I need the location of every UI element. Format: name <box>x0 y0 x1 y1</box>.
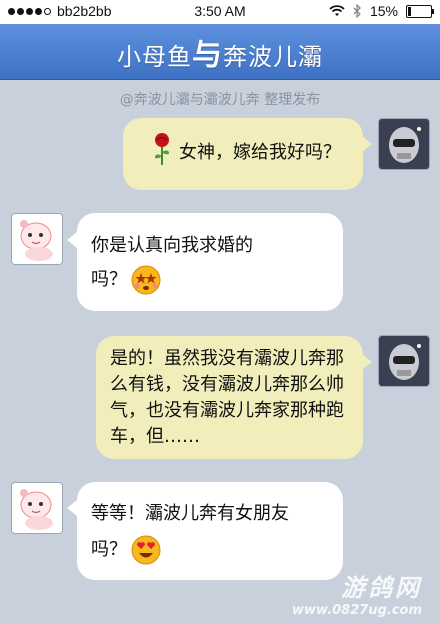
watermark-title: 游鸽网 <box>341 574 422 602</box>
bluetooth-icon <box>353 4 361 18</box>
chat-title: 小母鱼与奔波儿灞 <box>117 30 323 74</box>
status-icons: 15% <box>329 3 434 19</box>
wifi-icon <box>329 5 345 16</box>
credit-text: @奔波儿灞与灞波儿奔 整理发布 <box>119 92 321 108</box>
robot-avatar-icon <box>379 336 429 386</box>
title-connector: 与 <box>192 37 223 73</box>
battery-percent: 15% <box>369 3 398 19</box>
message-text: 你是认真向我求婚的 <box>91 235 253 256</box>
bubble-tail <box>362 136 372 152</box>
bubble-tail <box>67 232 77 248</box>
message-text: 吗？ <box>91 539 127 560</box>
message-bubble-received[interactable]: 等等！灞波儿奔有女朋友 吗？ <box>77 482 343 580</box>
title-name-2: 奔波儿灞 <box>223 42 323 71</box>
bubble-tail <box>67 500 77 516</box>
message-text: 是的！虽然我没有灞波儿奔那么有钱，没有灞波儿奔那么帅气，也没有灞波儿奔家那种跑车… <box>110 348 344 447</box>
heart-eyes-emoji-icon <box>131 535 161 565</box>
watermark-url: www.0827ug.com <box>292 603 422 618</box>
bubble-tail <box>362 354 372 370</box>
status-bar: bb2b2bb 3:50 AM 15% <box>0 0 440 24</box>
chat-header: 小母鱼与奔波儿灞 <box>0 24 440 80</box>
avatar[interactable] <box>11 213 63 265</box>
message-bubble-received[interactable]: 你是认真向我求婚的 吗？ <box>77 213 343 311</box>
avatar[interactable] <box>11 482 63 534</box>
message-text: 等等！灞波儿奔有女朋友 <box>91 503 289 524</box>
robot-avatar-icon <box>379 119 429 169</box>
message-bubble-sent[interactable]: 是的！虽然我没有灞波儿奔那么有钱，没有灞波儿奔那么帅气，也没有灞波儿奔家那种跑车… <box>96 336 363 459</box>
watermark: 游鸽网 www.0827ug.com <box>292 568 422 618</box>
starry-eyed-emoji-icon <box>131 265 161 295</box>
cartoon-avatar-icon <box>12 483 62 533</box>
avatar[interactable] <box>378 335 430 387</box>
battery-icon <box>406 4 434 18</box>
cartoon-avatar-icon <box>12 214 62 264</box>
avatar[interactable] <box>378 118 430 170</box>
message-text: 吗？ <box>91 269 127 290</box>
title-name-1: 小母鱼 <box>117 42 192 71</box>
message-bubble-sent[interactable]: 女神，嫁给我好吗？ <box>123 118 363 190</box>
message-text: 女神，嫁给我好吗？ <box>179 142 341 163</box>
rose-icon <box>155 133 169 165</box>
